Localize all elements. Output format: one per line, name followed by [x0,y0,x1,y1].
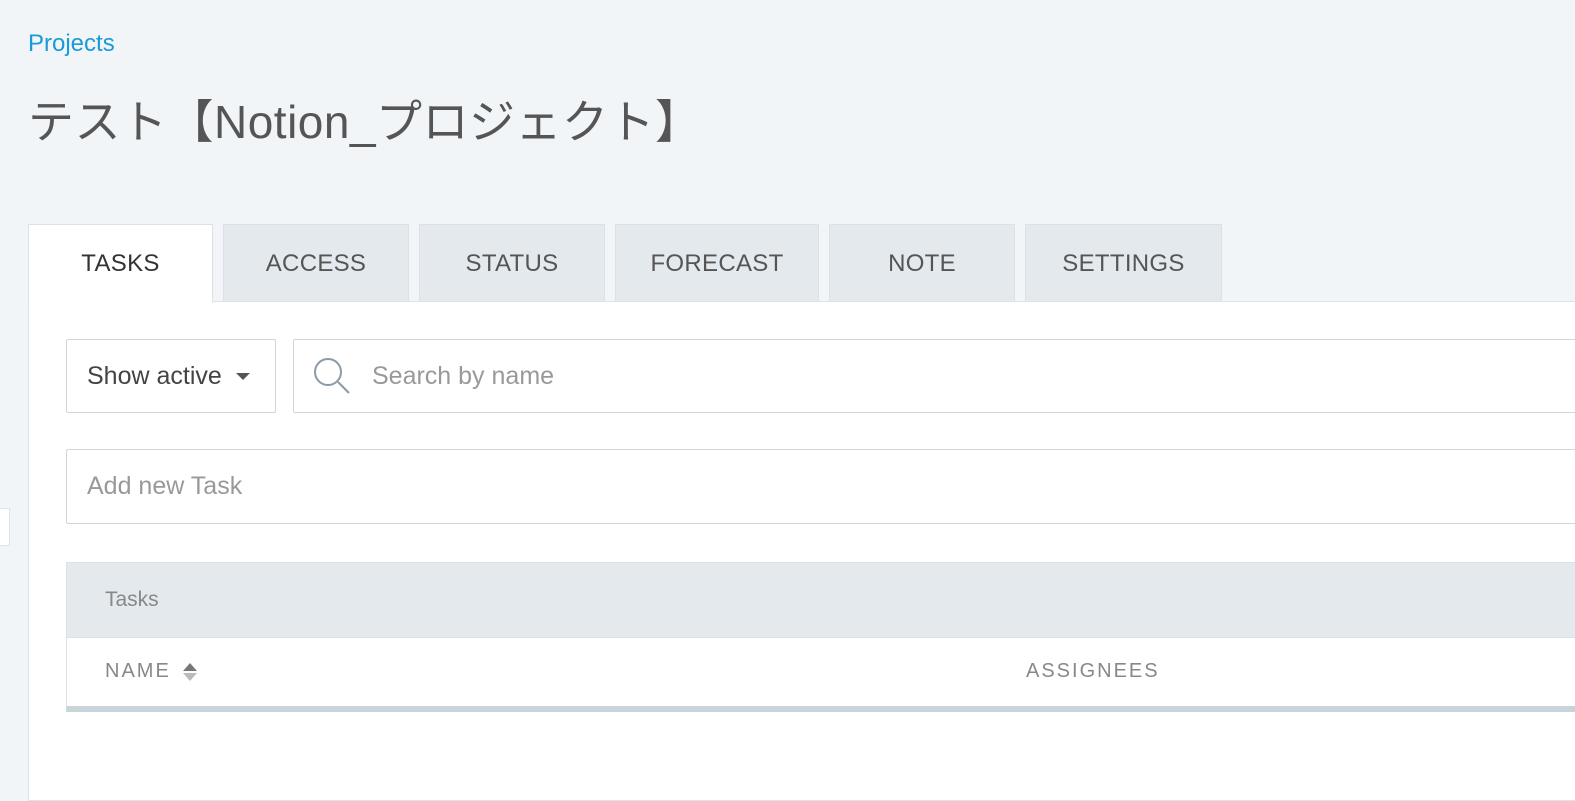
breadcrumb-projects-link[interactable]: Projects [28,30,115,58]
chevron-down-icon [235,372,250,380]
table-header-row: NAME ASSIGNEES [66,638,1575,712]
side-panel-toggle[interactable] [0,508,10,546]
tasks-panel: Show active Tasks NAME ASSIGNEES [28,301,1575,801]
tab-settings[interactable]: SETTINGS [1025,224,1222,302]
tab-tasks[interactable]: TASKS [28,224,213,303]
tab-bar: TASKS ACCESS STATUS FORECAST NOTE SETTIN… [28,224,1222,303]
status-filter-value: Show active [87,361,222,390]
tab-forecast[interactable]: FORECAST [615,224,819,302]
search-icon [314,358,350,394]
sort-icon[interactable] [182,662,197,681]
column-header-name-label: NAME [105,660,171,682]
status-filter-dropdown[interactable]: Show active [66,339,276,413]
add-task-input[interactable] [87,472,1487,501]
column-header-assignees: ASSIGNEES [1026,660,1160,682]
search-input[interactable] [372,361,1472,391]
tab-status[interactable]: STATUS [419,224,605,302]
tab-note[interactable]: NOTE [829,224,1015,302]
search-box[interactable] [293,339,1575,413]
tab-access[interactable]: ACCESS [223,224,409,302]
page-title: テスト【Notion_プロジェクト】 [28,96,702,148]
add-task-box[interactable] [66,449,1575,524]
tasks-table: Tasks NAME ASSIGNEES [66,562,1575,712]
column-header-name[interactable]: NAME [105,660,197,683]
table-caption: Tasks [66,562,1575,638]
